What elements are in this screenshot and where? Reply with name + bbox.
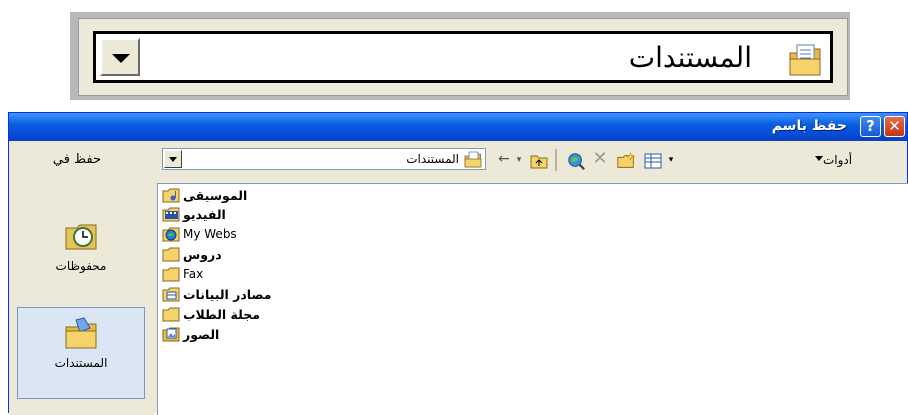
pictures-folder-icon bbox=[162, 327, 180, 342]
item-name: الصور bbox=[183, 326, 220, 342]
dialog-toolbar: حفظ في المستندات ← ▾ ✕ ▾ أدوات bbox=[9, 141, 907, 179]
back-dropdown-icon[interactable]: ▾ bbox=[513, 155, 525, 175]
zoomed-folder-name: المستندات bbox=[628, 41, 752, 74]
list-item[interactable]: مصادر البيانات bbox=[162, 284, 272, 304]
views-icon[interactable] bbox=[643, 151, 663, 171]
list-item[interactable]: الموسيقى bbox=[162, 185, 247, 205]
item-name: Fax bbox=[183, 267, 204, 281]
save-in-dropdown-button[interactable] bbox=[164, 150, 182, 168]
toolbar-separator bbox=[555, 149, 557, 171]
tools-menu-button[interactable]: أدوات bbox=[823, 153, 852, 167]
webs-folder-icon bbox=[162, 227, 180, 242]
item-name: دروس bbox=[183, 246, 222, 262]
documents-folder-icon bbox=[65, 317, 97, 349]
documents-folder-icon bbox=[789, 44, 821, 76]
zoomed-combo-field: المستندات bbox=[93, 31, 833, 83]
save-in-value: المستندات bbox=[406, 152, 459, 166]
places-documents-label: المستندات bbox=[54, 356, 108, 370]
list-item[interactable]: My Webs bbox=[162, 224, 237, 244]
item-name: الموسيقى bbox=[183, 187, 248, 203]
dialog-title: حفظ باسم bbox=[771, 118, 847, 134]
item-name: مصادر البيانات bbox=[183, 286, 272, 302]
music-folder-icon bbox=[162, 188, 180, 203]
item-name: الفيديو bbox=[183, 206, 226, 222]
item-name: مجلة الطلاب bbox=[183, 306, 260, 322]
places-bar: محفوظات المستندات bbox=[9, 183, 154, 415]
folder-icon bbox=[162, 247, 180, 262]
save-as-dialog: حفظ باسم ? ✕ حفظ في المستندات ← ▾ ✕ ▾ أد… bbox=[8, 112, 908, 415]
close-button[interactable]: ✕ bbox=[884, 116, 905, 137]
tools-dropdown-icon[interactable] bbox=[815, 156, 823, 161]
delete-icon[interactable]: ✕ bbox=[591, 148, 609, 169]
data-sources-folder-icon bbox=[162, 287, 180, 302]
up-folder-icon[interactable] bbox=[529, 151, 549, 171]
list-item[interactable]: الفيديو bbox=[162, 204, 226, 224]
help-button[interactable]: ? bbox=[860, 116, 881, 137]
new-folder-icon[interactable] bbox=[615, 151, 637, 171]
save-in-combo[interactable]: المستندات bbox=[162, 148, 486, 170]
list-item[interactable]: الصور bbox=[162, 324, 219, 344]
zoomed-save-in-combo: المستندات bbox=[78, 18, 848, 96]
list-item[interactable]: دروس bbox=[162, 244, 222, 264]
places-history-label: محفوظات bbox=[55, 259, 107, 273]
title-bar: حفظ باسم ? ✕ bbox=[9, 113, 907, 141]
search-web-icon[interactable] bbox=[565, 151, 587, 171]
file-list: الموسيقى الفيديو My Webs دروس Fax مصادر … bbox=[157, 183, 908, 415]
zoomed-dropdown-button bbox=[100, 38, 140, 76]
list-item[interactable]: مجلة الطلاب bbox=[162, 304, 260, 324]
documents-folder-icon bbox=[464, 151, 482, 168]
folder-icon bbox=[162, 307, 180, 322]
item-name: My Webs bbox=[183, 227, 237, 241]
places-documents[interactable]: المستندات bbox=[17, 307, 145, 399]
save-in-label: حفظ في bbox=[52, 152, 101, 167]
chevron-down-icon bbox=[112, 54, 130, 63]
views-dropdown-icon[interactable]: ▾ bbox=[665, 155, 677, 175]
folder-icon bbox=[162, 267, 180, 282]
video-folder-icon bbox=[162, 207, 180, 222]
chevron-down-icon bbox=[169, 157, 177, 162]
history-folder-icon bbox=[65, 224, 97, 250]
back-arrow-icon[interactable]: ← bbox=[495, 151, 513, 171]
places-history[interactable]: محفوظات bbox=[17, 211, 145, 303]
list-item[interactable]: Fax bbox=[162, 264, 203, 284]
